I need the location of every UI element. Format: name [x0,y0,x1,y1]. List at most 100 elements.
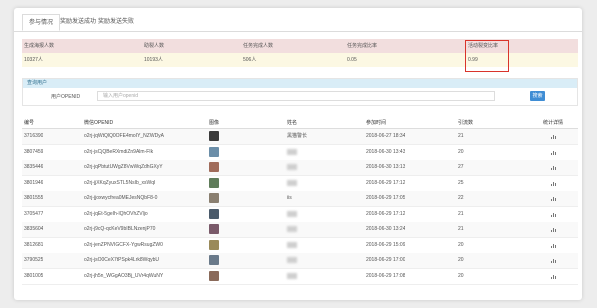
row-id: 3801946 [24,179,44,186]
openid-label: 用户OPENID [51,94,81,100]
row-id: 3801005 [24,272,44,279]
row-referrals: 21 [458,133,464,139]
tab-bar: 参与情况 奖励发送成功 奖励发送失败 [14,8,582,32]
row-referrals: 20 [458,148,464,155]
row-id: 3790525 [24,257,44,263]
row-openid: o2rj-j9cQ-qcKeV9bIBLNzenjP70 [84,226,156,232]
avatar [209,239,219,250]
bar-chart-icon[interactable] [551,134,557,139]
blurred-name [287,226,297,232]
bar-chart-icon[interactable] [551,196,557,201]
row-openid: o2rj-jjXKqZyuxSTL5NsIb_xsWqI [84,179,156,186]
row-join-time: 2018-06-29 17:12 [366,210,406,217]
stats-value-completed: 506人 [243,57,257,63]
row-join-time: 2018-06-29 17:12 [366,179,406,186]
row-id: 3835604 [24,226,44,232]
stats-value-posters: 10327人 [24,57,43,63]
row-openid: o2rj-jjoxwycfrea0MEJesNQbF8-0 [84,195,158,201]
blurred-name [287,164,297,170]
col-header-join-time: 参加时间 [366,120,387,126]
col-header-id: 编号 [24,120,35,126]
row-name: iis [287,195,292,201]
bar-chart-icon[interactable] [551,165,557,170]
blurred-name [287,179,297,186]
row-join-time: 2018-06-27 18:34 [366,133,406,139]
row-id: 3716390 [24,133,44,139]
stats-header-helpers: 助裂人数 [144,43,165,49]
row-openid: o2rj-jenZPNVIGCFX-YgwRsugZW0 [84,241,163,248]
bar-chart-icon[interactable] [551,227,557,232]
row-referrals: 21 [458,226,464,232]
stats-header-completion-rate: 任务完成比率 [347,43,378,49]
row-openid: o2rj-jqPbtutUWgZ8VwWqZdhGXyY [84,164,163,170]
row-name: 黑猫警长 [287,133,308,139]
fission-rate-highlight-box [465,40,509,72]
row-openid: o2rj-jsO0CeX7tPSpk4Lrk8WqybU [84,257,160,263]
table-row: 3801555 o2rj-jjoxwycfrea0MEJesNQbF8-0 iis 2… [22,191,578,207]
search-panel: 查询用户 用户OPENID 输入用户openid 搜索 [22,78,578,106]
col-header-openid: 微信OPENID [84,120,114,126]
col-header-avatar: 图像 [209,120,220,126]
blurred-name [287,272,297,279]
table-row: 3705477 o2rj-jqEt-5geIh-lQhOVhZVljo 2018-0… [22,207,578,223]
blurred-name [287,148,297,155]
row-id: 3807459 [24,148,44,155]
bar-chart-icon[interactable] [551,150,557,155]
avatar [209,131,219,141]
stats-header-completed: 任务完成人数 [243,43,274,49]
avatar [209,146,219,157]
search-panel-title: 查询用户 [23,79,577,88]
bar-chart-icon[interactable] [551,258,557,263]
row-referrals: 21 [458,210,464,217]
table-row: 3807459 o2rj-jsCjQBeRXmdiZn9Alm-FIk 2018-0… [22,145,578,161]
row-join-time: 2018-06-29 17:05 [366,195,406,201]
table-row: 3835446 o2rj-jqPbtutUWgZ8VwWqZdhGXyY 2018-… [22,160,578,176]
row-join-time: 2018-06-29 17:08 [366,272,406,279]
row-join-time: 2018-06-30 13:13 [366,164,406,170]
table-header: 编号 微信OPENID 图像 姓名 参加时间 引流数 统计详情 [22,118,578,129]
col-header-referrals: 引流数 [458,120,474,126]
search-button[interactable]: 搜索 [530,91,545,101]
avatar [209,208,219,219]
avatar [209,224,219,234]
col-header-name: 姓名 [287,120,298,126]
row-join-time: 2018-06-29 15:09 [366,241,406,248]
table-row: 3716390 o2rj-jqWtQlQ0OFE4moIY_NZWDyA 黑猫警长 2… [22,129,578,145]
row-referrals: 20 [458,272,464,279]
avatar [209,193,219,203]
table-row: 3801005 o2rj-jh5n_WGgAO3Bj_UVr4qWuNY 2018-… [22,269,578,285]
avatar [209,270,219,281]
col-header-details: 统计详情 [543,120,564,126]
stats-value-helpers: 10193人 [144,57,163,63]
row-id: 3705477 [24,210,44,217]
openid-search-input[interactable]: 输入用户openid [97,91,495,101]
row-referrals: 27 [458,164,464,170]
main-panel: 参与情况 奖励发送成功 奖励发送失败 生成海报人数 助裂人数 任务完成人数 任务… [14,8,582,300]
table-row: 3790525 o2rj-jsO0CeX7tPSpk4Lrk8WqybU 2018-… [22,253,578,269]
table-row: 3801946 o2rj-jjXKqZyuxSTL5NsIb_xsWqI 2018-… [22,176,578,192]
bar-chart-icon[interactable] [551,274,557,279]
row-join-time: 2018-06-30 13:43 [366,148,406,155]
stats-value-completion-rate: 0.05 [347,57,357,63]
row-referrals: 20 [458,257,464,263]
blurred-name [287,241,297,248]
row-id: 3835446 [24,164,44,170]
row-join-time: 2018-06-30 13:24 [366,226,406,232]
tab-reward-failure[interactable]: 奖励发送失败 [92,14,140,31]
bar-chart-icon[interactable] [551,181,557,186]
row-openid: o2rj-jqWtQlQ0OFE4moIY_NZWDyA [84,133,165,139]
row-referrals: 25 [458,179,464,186]
row-id: 3812681 [24,241,44,248]
row-openid: o2rj-jsCjQBeRXmdiZn9Alm-FIk [84,148,154,155]
bar-chart-icon[interactable] [551,212,557,217]
row-id: 3801555 [24,195,44,201]
avatar [209,162,219,172]
row-referrals: 22 [458,195,464,201]
row-openid: o2rj-jqEt-5geIh-lQhOVhZVljo [84,210,148,217]
table-row: 3835604 o2rj-j9cQ-qcKeV9bIBLNzenjP70 2018-… [22,222,578,238]
row-openid: o2rj-jh5n_WGgAO3Bj_UVr4qWuNY [84,272,164,279]
bar-chart-icon[interactable] [551,243,557,248]
row-join-time: 2018-06-29 17:00 [366,257,406,263]
avatar [209,177,219,188]
blurred-name [287,257,297,263]
